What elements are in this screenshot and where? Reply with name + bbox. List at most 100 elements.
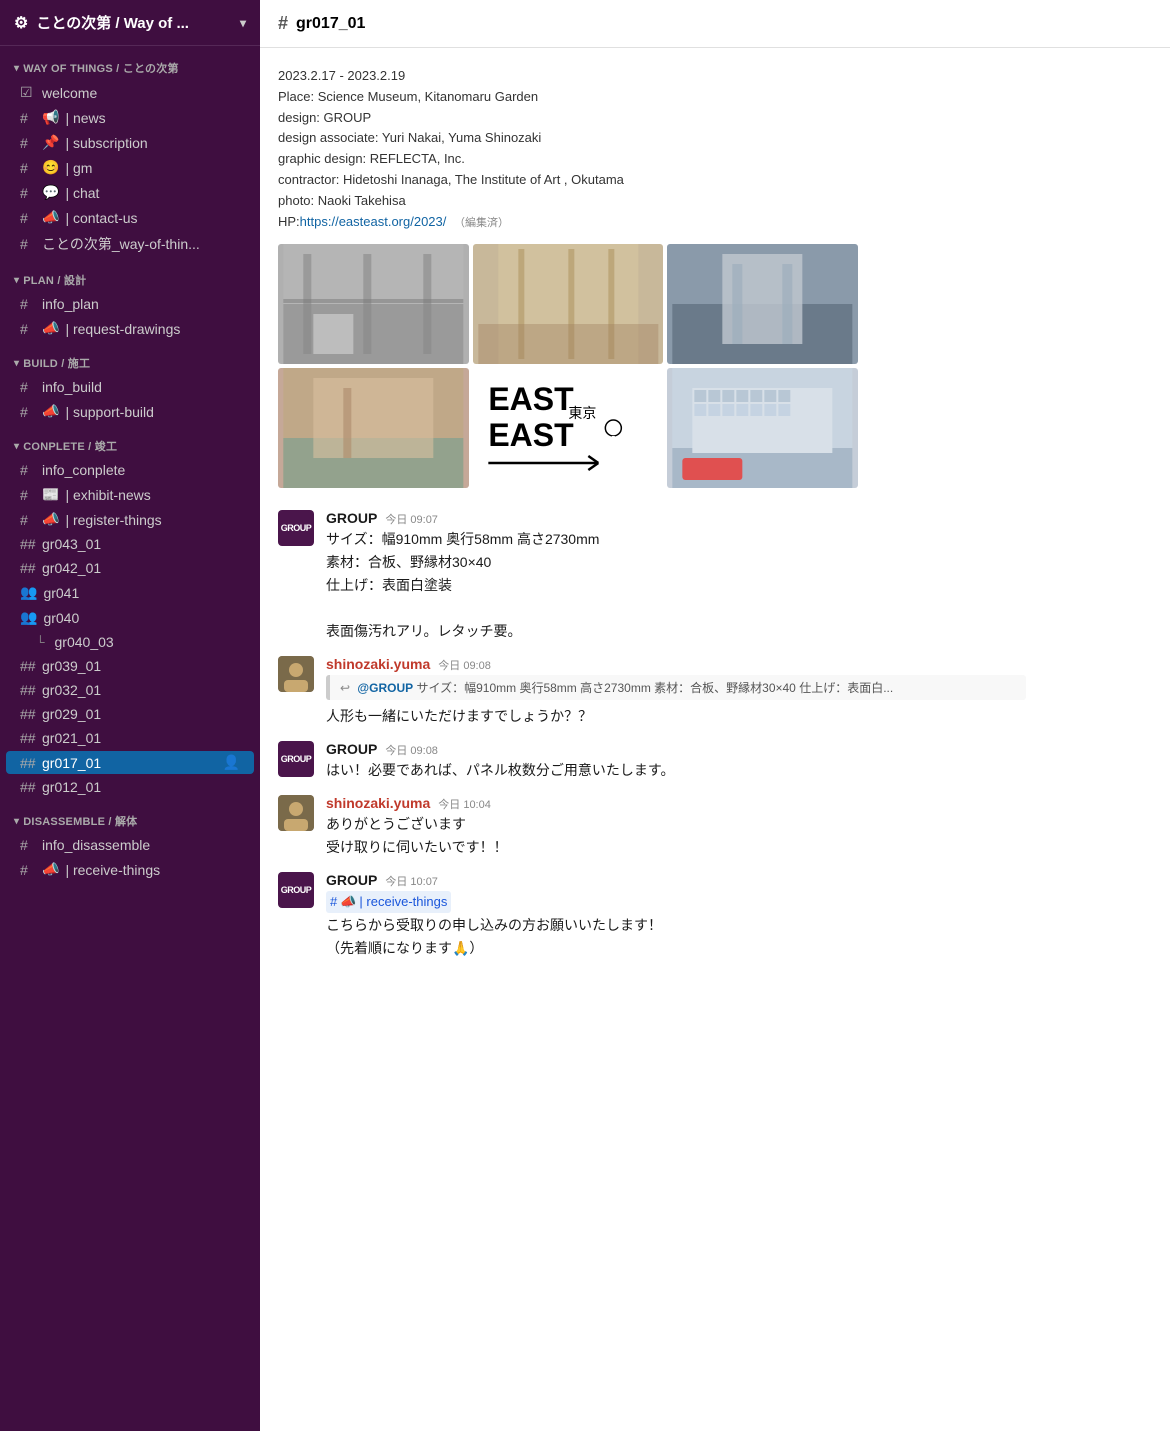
channel-hash-icon: # xyxy=(278,13,288,34)
avatar-shinozaki xyxy=(278,795,314,831)
sidebar-item-subscription[interactable]: # 📌 | subscription xyxy=(6,131,254,154)
quote-arrow-icon: ↩ xyxy=(340,681,350,695)
hp-link[interactable]: https://easteast.org/2023/ xyxy=(300,214,447,229)
hash-icon: # xyxy=(20,160,36,176)
avatar-shinozaki xyxy=(278,656,314,692)
photo-east-east: EAST EAST 東京 xyxy=(473,368,664,488)
megaphone-icon: 📢 xyxy=(42,109,59,126)
message-shinozaki-1004: shinozaki.yuma 今日 10:04 ありがとうございます 受け取りに… xyxy=(260,789,1170,866)
message-shinozaki-0908: shinozaki.yuma 今日 09:08 ↩ @GROUP サイズ：幅91… xyxy=(260,650,1170,735)
sidebar-item-gr040-03[interactable]: └ gr040_03 xyxy=(6,631,254,653)
msg-header: shinozaki.yuma 今日 10:04 xyxy=(326,795,1152,812)
loudspeaker-icon: 📣 xyxy=(42,861,59,878)
section-conplete: ▾ CONPLETE / 竣工 xyxy=(0,424,260,458)
photo-2 xyxy=(473,244,664,364)
msg-text: # 📣 | receive-things こちらから受取りの申し込みの方お願いい… xyxy=(326,891,1152,959)
sidebar-item-gr040[interactable]: 👥 gr040 xyxy=(6,606,254,629)
double-hash-icon: ## xyxy=(20,536,36,552)
info-place: Place: Science Museum, Kitanomaru Garden xyxy=(278,87,1152,108)
msg-author: GROUP xyxy=(326,741,377,757)
sidebar: ⚙ ことの次第 / Way of ... ▾ ▾ WAY OF THINGS /… xyxy=(0,0,260,1431)
sidebar-item-gm[interactable]: # 😊 | gm xyxy=(6,156,254,179)
sidebar-item-gr021[interactable]: ## gr021_01 xyxy=(6,727,254,749)
channel-mention[interactable]: # 📣 | receive-things xyxy=(326,891,451,913)
sidebar-item-info-plan[interactable]: # info_plan xyxy=(6,293,254,315)
sidebar-item-welcome[interactable]: ☑ welcome xyxy=(6,81,254,104)
sidebar-item-request-drawings[interactable]: # 📣 | request-drawings xyxy=(6,317,254,340)
info-design: design: GROUP xyxy=(278,108,1152,129)
loudspeaker-icon: 📣 xyxy=(42,511,59,528)
message-group-0908: GROUP GROUP 今日 09:08 はい！必要であれば、パネル枚数分ご用意… xyxy=(260,735,1170,789)
msg-text: サイズ：幅910mm 奥行58mm 高さ2730mm 素材：合板、野縁材30×4… xyxy=(326,529,1152,642)
sidebar-item-gr012[interactable]: ## gr012_01 xyxy=(6,776,254,798)
section-build: ▾ BUILD / 施工 xyxy=(0,341,260,375)
hash-icon: # xyxy=(20,210,36,226)
msg-header: shinozaki.yuma 今日 09:08 xyxy=(326,656,1152,673)
newspaper-icon: 📰 xyxy=(42,486,59,503)
svg-text:EAST: EAST xyxy=(488,417,574,453)
edit-badge: （編集済） xyxy=(454,217,509,229)
hash-icon: # xyxy=(20,487,36,503)
msg-author: GROUP xyxy=(326,510,377,526)
collapse-icon: ▾ xyxy=(14,358,19,369)
workspace-name: ことの次第 / Way of ... xyxy=(36,12,189,33)
double-hash-icon: ## xyxy=(20,730,36,746)
photo-3 xyxy=(667,244,858,364)
chat-bubble-icon: 💬 xyxy=(42,184,59,201)
sidebar-item-exhibit-news[interactable]: # 📰 | exhibit-news xyxy=(6,483,254,506)
msg-text: はい！必要であれば、パネル枚数分ご用意いたします。 xyxy=(326,760,1152,781)
sidebar-item-gr042[interactable]: ## gr042_01 xyxy=(6,557,254,579)
sidebar-item-gr041[interactable]: 👥 gr041 xyxy=(6,581,254,604)
hash-icon: # xyxy=(20,379,36,395)
sidebar-item-info-conplete[interactable]: # info_conplete xyxy=(6,459,254,481)
msg-author: shinozaki.yuma xyxy=(326,656,430,672)
info-photo: photo: Naoki Takehisa xyxy=(278,191,1152,212)
workspace-header[interactable]: ⚙ ことの次第 / Way of ... ▾ xyxy=(0,0,260,46)
message-group-1007: GROUP GROUP 今日 10:07 # 📣 | receive-thing… xyxy=(260,866,1170,967)
double-hash-icon: ## xyxy=(20,755,36,771)
sidebar-item-receive-things[interactable]: # 📣 | receive-things xyxy=(6,858,254,881)
hash-icon: # xyxy=(20,296,36,312)
loudspeaker-icon: 📣 xyxy=(340,892,356,912)
double-hash-icon: ## xyxy=(20,779,36,795)
msg-time: 今日 09:07 xyxy=(385,511,438,527)
sidebar-item-gr043[interactable]: ## gr043_01 xyxy=(6,533,254,555)
sidebar-item-gr017[interactable]: ## gr017_01 👤 xyxy=(6,751,254,774)
hash-icon: # xyxy=(20,404,36,420)
sidebar-item-chat[interactable]: # 💬 | chat xyxy=(6,181,254,204)
photo-4 xyxy=(278,368,469,488)
messages-area[interactable]: 2023.2.17 - 2023.2.19 Place: Science Mus… xyxy=(260,48,1170,1431)
hash-icon: # xyxy=(330,892,337,912)
hash-icon: # xyxy=(20,321,36,337)
sidebar-item-way-of-things[interactable]: # ことの次第_way-of-thin... xyxy=(6,231,254,257)
sidebar-item-news[interactable]: # 📢 | news xyxy=(6,106,254,129)
hash-icon: # xyxy=(20,512,36,528)
sidebar-item-info-build[interactable]: # info_build xyxy=(6,376,254,398)
sidebar-item-contact-us[interactable]: # 📣 | contact-us xyxy=(6,206,254,229)
section-disassemble: ▾ DISASSEMBLE / 解体 xyxy=(0,799,260,833)
hash-icon: # xyxy=(20,862,36,878)
sidebar-item-gr029[interactable]: ## gr029_01 xyxy=(6,703,254,725)
sidebar-item-gr032[interactable]: ## gr032_01 xyxy=(6,679,254,701)
msg-time: 今日 10:07 xyxy=(385,873,438,889)
sidebar-item-gr039[interactable]: ## gr039_01 xyxy=(6,655,254,677)
loudspeaker-icon: 📣 xyxy=(42,403,59,420)
section-way-of-things: ▾ WAY OF THINGS / ことの次第 xyxy=(0,46,260,80)
msg-time: 今日 09:08 xyxy=(385,742,438,758)
channel-title: gr017_01 xyxy=(296,15,365,33)
channel-header: # gr017_01 xyxy=(260,0,1170,48)
msg-author: GROUP xyxy=(326,872,377,888)
sidebar-item-register-things[interactable]: # 📣 | register-things xyxy=(6,508,254,531)
msg-text: 人形も一緒にいただけますでしょうか？？ xyxy=(326,706,1152,727)
info-contractor: contractor: Hidetoshi Inanaga, The Insti… xyxy=(278,170,1152,191)
photo-5 xyxy=(667,368,858,488)
people-icon: 👥 xyxy=(20,609,37,626)
svg-text:東京: 東京 xyxy=(568,405,596,421)
msg-time: 今日 09:08 xyxy=(438,657,491,673)
sidebar-item-info-disassemble[interactable]: # info_disassemble xyxy=(6,834,254,856)
main-content: # gr017_01 2023.2.17 - 2023.2.19 Place: … xyxy=(260,0,1170,1431)
collapse-icon: ▾ xyxy=(14,275,19,286)
sidebar-item-support-build[interactable]: # 📣 | support-build xyxy=(6,400,254,423)
double-hash-icon: ## xyxy=(20,682,36,698)
msg-text: ありがとうございます 受け取りに伺いたいです！！ xyxy=(326,814,1152,858)
